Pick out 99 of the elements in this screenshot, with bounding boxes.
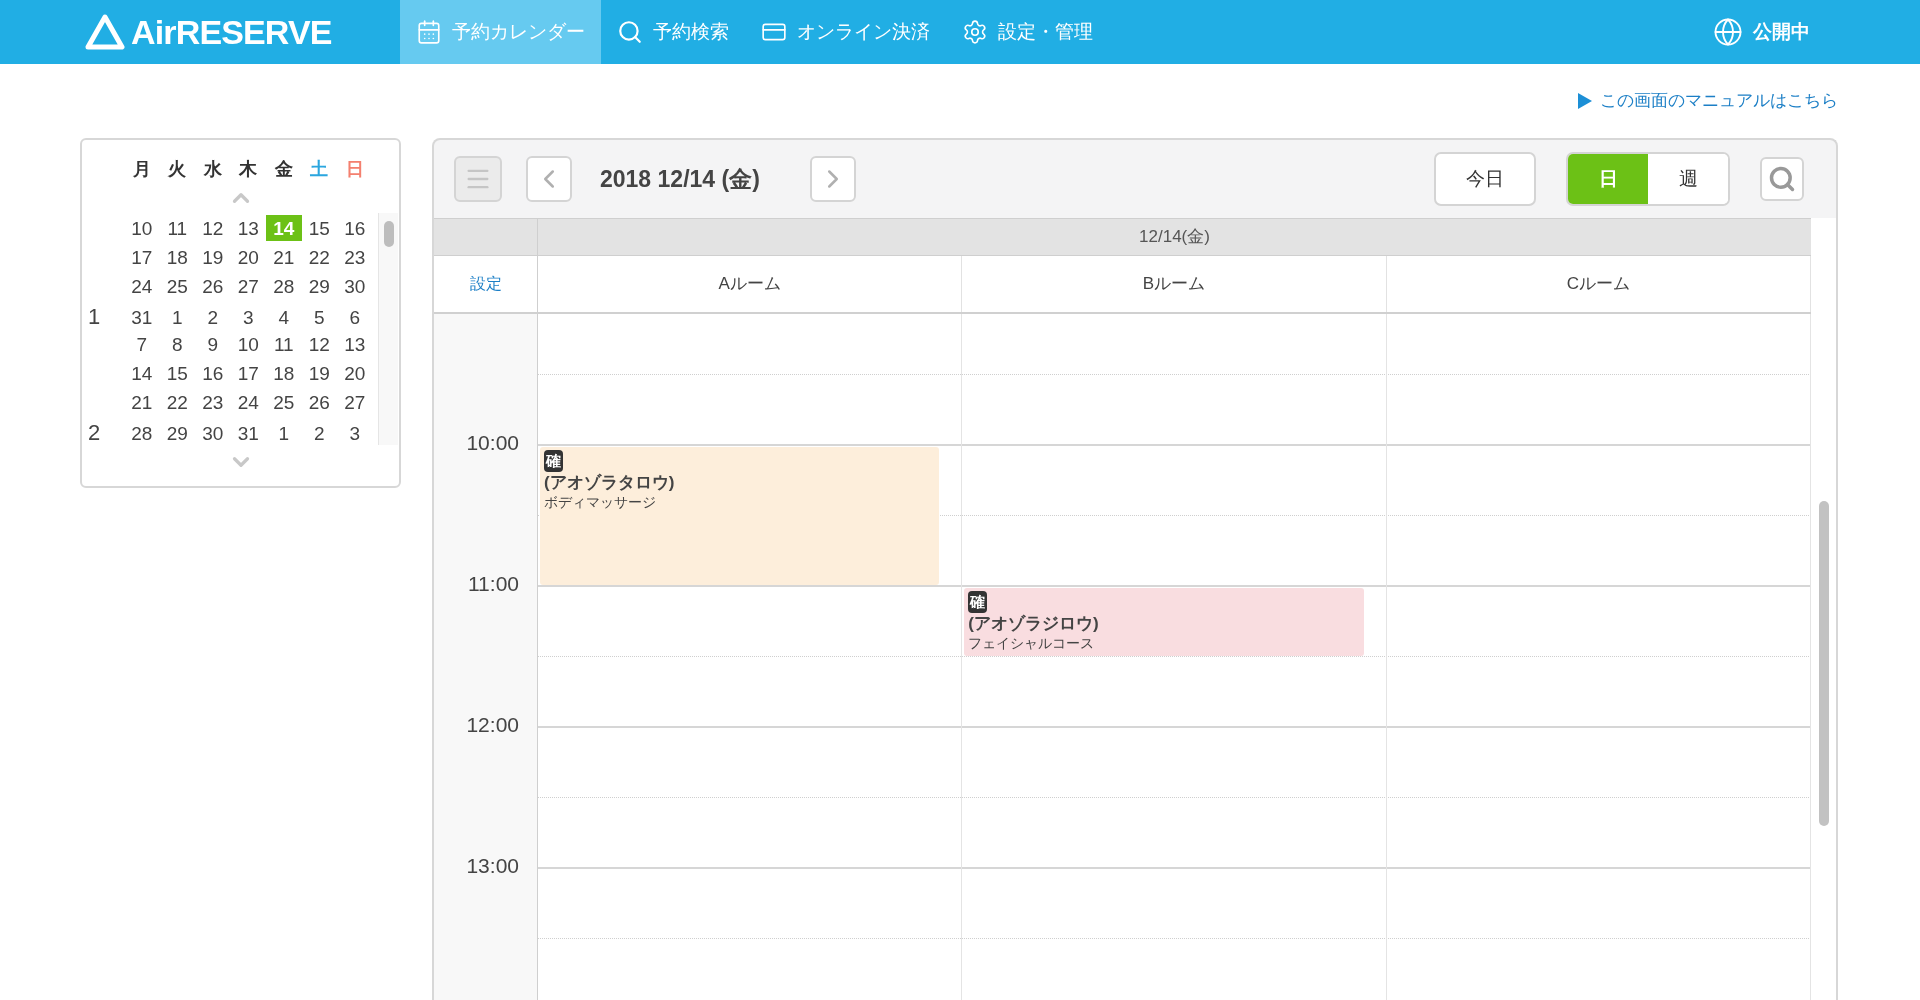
day-cell[interactable]: 31 xyxy=(124,303,160,330)
service-name: フェイシャルコース xyxy=(968,635,1095,652)
time-label: 12:00 xyxy=(466,714,519,735)
day-cell[interactable]: 5 xyxy=(301,303,337,330)
date-header: 12/14(金) xyxy=(1138,226,1211,249)
day-cell[interactable]: 29 xyxy=(301,272,337,299)
day-cell[interactable]: 3 xyxy=(337,419,373,446)
day-cell[interactable]: 11 xyxy=(159,214,195,241)
manual-link[interactable]: この画面のマニュアルはこちら xyxy=(1578,90,1838,112)
day-cell[interactable]: 19 xyxy=(195,243,231,270)
play-icon xyxy=(1578,93,1592,109)
day-cell[interactable]: 16 xyxy=(195,359,231,386)
room-header: Cルーム xyxy=(1386,256,1811,312)
day-cell[interactable]: 7 xyxy=(124,330,160,357)
day-cell[interactable]: 20 xyxy=(230,243,266,270)
weekday-label: 月 xyxy=(131,158,152,181)
room-header: Bルーム xyxy=(962,256,1387,312)
menu-button[interactable] xyxy=(454,156,502,202)
day-cell[interactable]: 12 xyxy=(301,330,337,357)
status-badge: 確 xyxy=(968,591,988,613)
logo: AirRESERVE xyxy=(131,11,332,53)
day-cell[interactable]: 2 xyxy=(195,303,231,330)
day-cell[interactable]: 30 xyxy=(337,272,373,299)
day-cell[interactable]: 21 xyxy=(266,243,302,270)
day-cell[interactable]: 22 xyxy=(159,388,195,415)
day-cell[interactable]: 18 xyxy=(266,359,302,386)
settings-icon xyxy=(962,19,988,45)
customer-name: (アオゾラジロウ) xyxy=(968,613,1099,635)
weekday-label: 金 xyxy=(273,158,294,181)
time-label: 11:00 xyxy=(468,573,519,594)
day-cell[interactable]: 10 xyxy=(230,330,266,357)
day-cell[interactable]: 27 xyxy=(230,272,266,299)
day-cell[interactable]: 12 xyxy=(195,214,231,241)
logo-icon xyxy=(85,14,125,50)
day-cell[interactable]: 2 xyxy=(301,419,337,446)
weekday-label: 木 xyxy=(238,158,259,181)
day-cell[interactable]: 17 xyxy=(124,243,160,270)
day-cell[interactable]: 1 xyxy=(159,303,195,330)
day-cell[interactable]: 9 xyxy=(195,330,231,357)
day-cell[interactable]: 15 xyxy=(301,214,337,241)
prev-button[interactable] xyxy=(526,156,572,202)
month-label: 1 xyxy=(88,303,102,331)
day-cell[interactable]: 26 xyxy=(195,272,231,299)
day-cell[interactable]: 8 xyxy=(159,330,195,357)
day-cell[interactable]: 20 xyxy=(337,359,373,386)
day-cell[interactable]: 11 xyxy=(266,330,302,357)
reservation-card[interactable]: 確 (アオゾラタロウ) ボディマッサージ xyxy=(540,447,940,585)
day-cell[interactable]: 14 xyxy=(124,359,160,386)
day-cell[interactable]: 13 xyxy=(230,214,266,241)
weekday-label: 土 xyxy=(309,158,330,181)
month-label: 2 xyxy=(88,419,102,447)
day-cell[interactable]: 4 xyxy=(266,303,302,330)
calendar-icon xyxy=(416,19,442,45)
day-cell[interactable]: 28 xyxy=(266,272,302,299)
day-cell[interactable]: 28 xyxy=(124,419,160,446)
day-cell[interactable]: 24 xyxy=(124,272,160,299)
weekday-label: 日 xyxy=(344,158,365,181)
reservation-card[interactable]: 確 (アオゾラジロウ) フェイシャルコース xyxy=(964,588,1364,656)
day-cell[interactable]: 25 xyxy=(159,272,195,299)
day-cell[interactable]: 16 xyxy=(337,214,373,241)
next-button[interactable] xyxy=(810,156,856,202)
service-name: ボディマッサージ xyxy=(544,494,656,511)
day-cell[interactable]: 21 xyxy=(124,388,160,415)
day-cell[interactable]: 24 xyxy=(230,388,266,415)
search-icon xyxy=(617,19,643,45)
time-label: 13:00 xyxy=(466,855,519,876)
day-cell[interactable]: 10 xyxy=(124,214,160,241)
day-cell[interactable]: 6 xyxy=(337,303,373,330)
search-icon xyxy=(1768,165,1796,193)
weekday-label: 火 xyxy=(167,158,188,181)
day-cell[interactable]: 26 xyxy=(301,388,337,415)
day-cell[interactable]: 30 xyxy=(195,419,231,446)
day-cell[interactable]: 27 xyxy=(337,388,373,415)
day-cell[interactable]: 22 xyxy=(301,243,337,270)
day-cell[interactable]: 29 xyxy=(159,419,195,446)
today-button[interactable]: 今日 xyxy=(1434,152,1536,206)
day-cell[interactable]: 19 xyxy=(301,359,337,386)
day-cell[interactable]: 31 xyxy=(230,419,266,446)
time-label: 10:00 xyxy=(466,432,519,453)
day-cell[interactable]: 17 xyxy=(230,359,266,386)
day-cell[interactable]: 23 xyxy=(195,388,231,415)
day-cell[interactable]: 1 xyxy=(266,419,302,446)
day-cell[interactable]: 18 xyxy=(159,243,195,270)
current-date: 2018 12/14 (金) xyxy=(600,164,761,194)
day-cell[interactable]: 13 xyxy=(337,330,373,357)
day-cell[interactable]: 3 xyxy=(230,303,266,330)
status-badge: 確 xyxy=(544,450,563,472)
publish-status: 公開中 xyxy=(1753,19,1810,44)
settings-link[interactable]: 設定 xyxy=(469,272,502,296)
day-cell[interactable]: 15 xyxy=(159,359,195,386)
room-header: Aルーム xyxy=(538,256,963,312)
customer-name: (アオゾラタロウ) xyxy=(544,472,675,494)
day-cell[interactable]: 23 xyxy=(337,243,373,270)
weekday-label: 水 xyxy=(202,158,223,181)
scrollbar-thumb[interactable] xyxy=(383,221,394,247)
day-cell[interactable]: 25 xyxy=(266,388,302,415)
globe-icon xyxy=(1713,17,1743,47)
search-button[interactable] xyxy=(1760,157,1804,201)
scrollbar-thumb[interactable] xyxy=(1818,501,1829,826)
